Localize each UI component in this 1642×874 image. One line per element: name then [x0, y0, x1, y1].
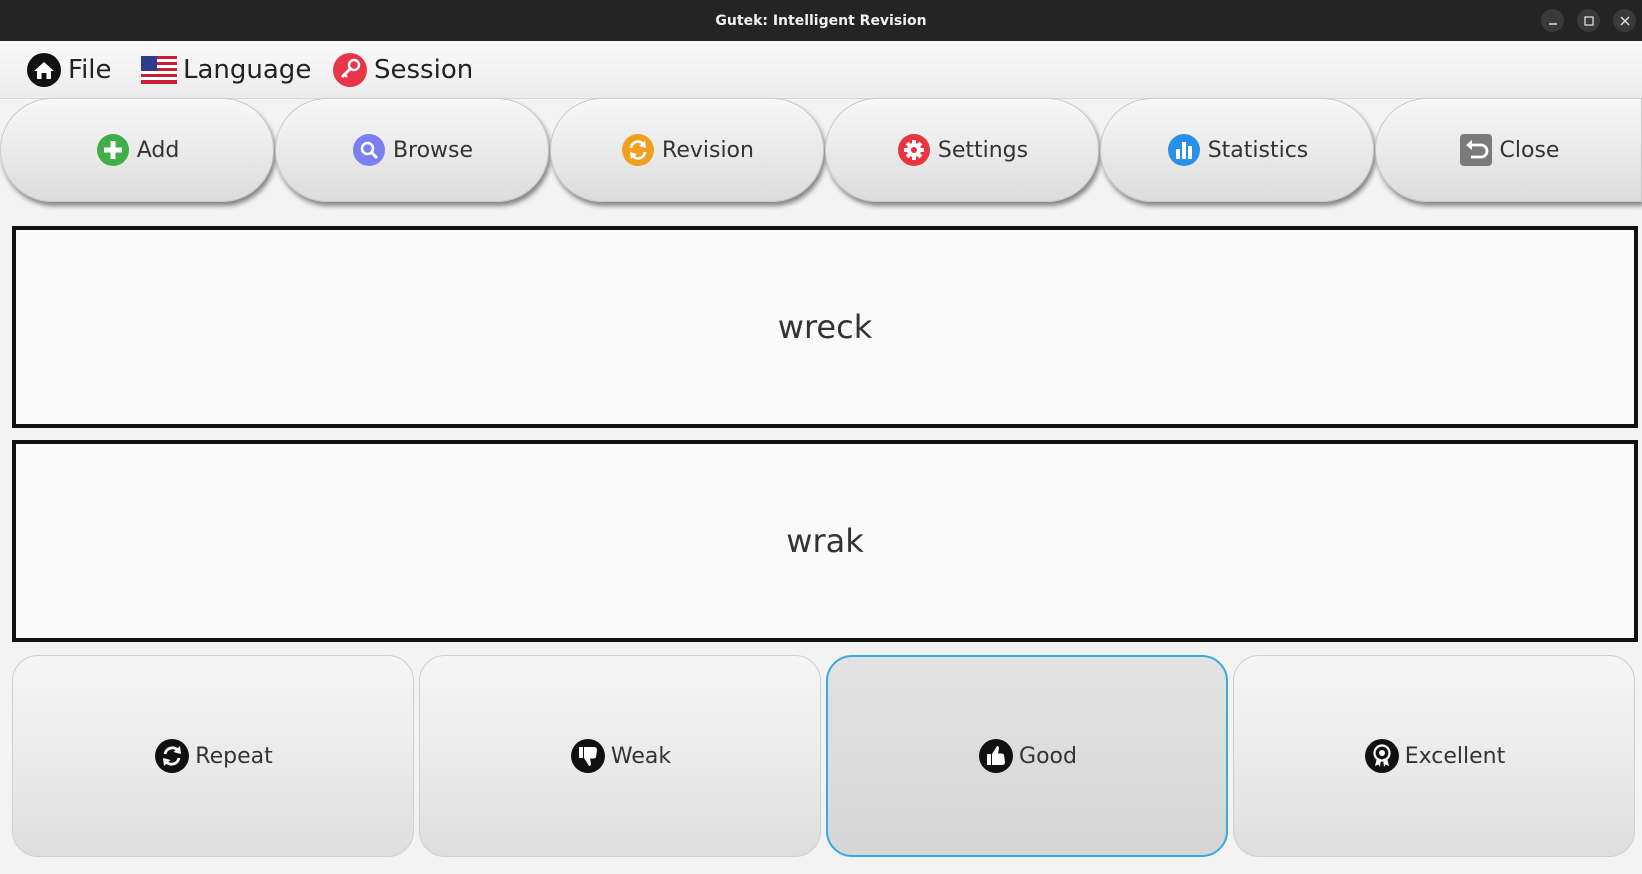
menu-session-label: Session: [374, 55, 474, 85]
excellent-button[interactable]: Excellent: [1233, 655, 1635, 857]
menu-bar: File Language Session: [0, 41, 1642, 99]
award-icon: [1363, 737, 1401, 775]
settings-button[interactable]: Settings: [825, 98, 1099, 202]
revision-button[interactable]: Revision: [550, 98, 824, 202]
repeat-button[interactable]: Repeat: [12, 655, 414, 857]
good-button[interactable]: Good: [826, 655, 1228, 857]
statistics-button[interactable]: Statistics: [1100, 98, 1374, 202]
good-button-label: Good: [1019, 743, 1077, 769]
repeat-button-label: Repeat: [195, 743, 273, 769]
close-button[interactable]: Close: [1375, 98, 1642, 202]
refresh-icon: [620, 132, 656, 168]
home-icon: [26, 52, 62, 88]
statistics-button-label: Statistics: [1207, 137, 1309, 163]
question-word: wreck: [777, 308, 873, 346]
bar-chart-icon: [1166, 132, 1202, 168]
minimize-icon[interactable]: [1541, 9, 1564, 32]
key-icon: [332, 52, 368, 88]
weak-button-label: Weak: [610, 743, 672, 769]
search-icon: [351, 132, 387, 168]
browse-button-label: Browse: [392, 137, 474, 163]
window-controls: [1541, 9, 1636, 32]
weak-button[interactable]: Weak: [419, 655, 821, 857]
close-button-label: Close: [1499, 137, 1560, 163]
settings-button-label: Settings: [937, 137, 1029, 163]
add-button[interactable]: Add: [0, 98, 274, 202]
menu-file-label: File: [68, 55, 112, 85]
browse-button[interactable]: Browse: [275, 98, 549, 202]
main-toolbar: Add Browse Revision Settings Statistics …: [0, 98, 1642, 208]
question-card: wreck: [12, 226, 1638, 428]
menu-session[interactable]: Session: [332, 51, 473, 89]
answer-card: wrak: [12, 440, 1638, 642]
thumbs-up-icon: [977, 737, 1015, 775]
menu-language-label: Language: [183, 55, 312, 85]
maximize-icon[interactable]: [1577, 9, 1600, 32]
revision-button-label: Revision: [662, 137, 754, 163]
close-window-icon[interactable]: [1613, 9, 1636, 32]
excellent-button-label: Excellent: [1404, 743, 1506, 769]
window-titlebar: Gutek: Intelligent Revision: [0, 0, 1642, 41]
undo-icon: [1458, 132, 1494, 168]
us-flag-icon: [141, 52, 177, 88]
window-title: Gutek: Intelligent Revision: [715, 12, 927, 29]
menu-language[interactable]: Language: [141, 51, 311, 89]
add-button-label: Add: [136, 137, 180, 163]
gear-icon: [896, 132, 932, 168]
plus-icon: [95, 132, 131, 168]
menu-file[interactable]: File: [26, 51, 112, 89]
repeat-icon: [153, 737, 191, 775]
thumbs-down-icon: [569, 737, 607, 775]
answer-word: wrak: [786, 522, 864, 560]
